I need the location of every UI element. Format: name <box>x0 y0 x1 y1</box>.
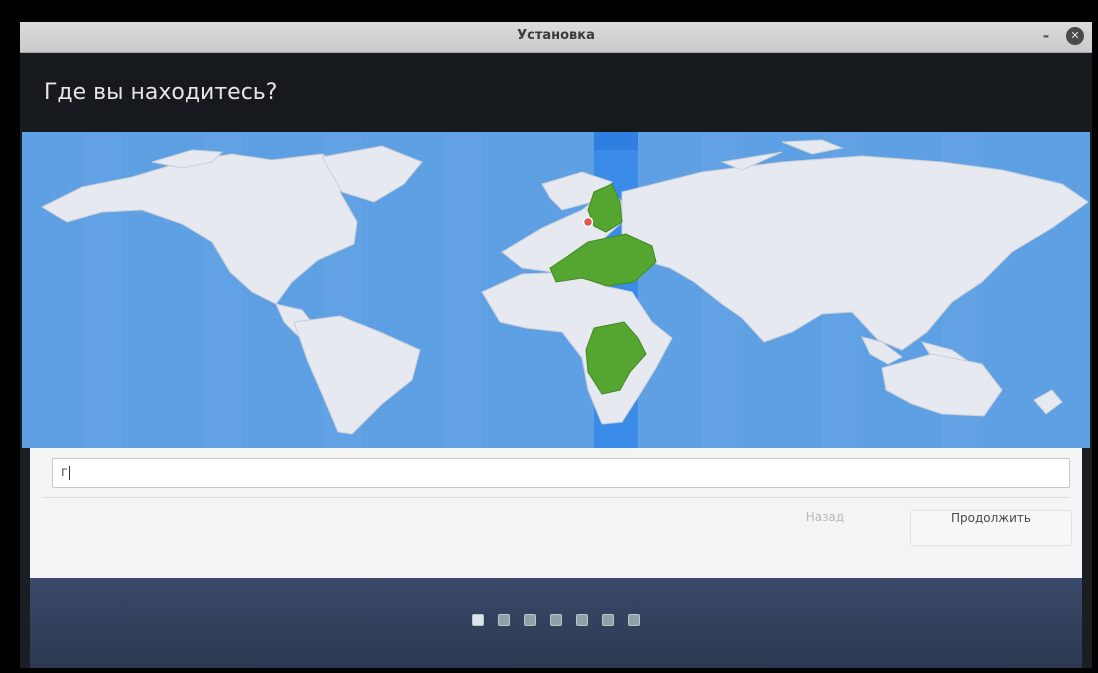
progress-step-2 <box>498 614 510 626</box>
progress-step-1 <box>472 614 484 626</box>
search-value: г <box>61 465 68 480</box>
minimize-button[interactable]: - <box>1036 26 1056 46</box>
progress-dots <box>30 614 1082 626</box>
location-panel: г Назад Продолжить <box>30 448 1082 578</box>
progress-step-5 <box>576 614 588 626</box>
back-button[interactable]: Назад <box>750 510 900 544</box>
timezone-map[interactable] <box>22 132 1090 448</box>
page-title: Где вы находитесь? <box>44 80 278 105</box>
title-bar[interactable]: Установка - ✕ <box>20 22 1092 53</box>
installer-window: Установка - ✕ Где вы находитесь? г Назад… <box>20 22 1092 668</box>
progress-step-3 <box>524 614 536 626</box>
progress-step-7 <box>628 614 640 626</box>
progress-footer <box>30 578 1082 668</box>
progress-step-6 <box>602 614 614 626</box>
text-caret <box>68 465 70 480</box>
location-marker <box>582 216 594 228</box>
world-map-graphic[interactable] <box>22 132 1090 448</box>
divider <box>42 497 1070 498</box>
continue-button[interactable]: Продолжить <box>910 510 1072 546</box>
progress-step-4 <box>550 614 562 626</box>
close-button[interactable]: ✕ <box>1066 27 1084 45</box>
timezone-search-input[interactable]: г <box>52 458 1070 488</box>
window-title: Установка <box>517 28 595 43</box>
